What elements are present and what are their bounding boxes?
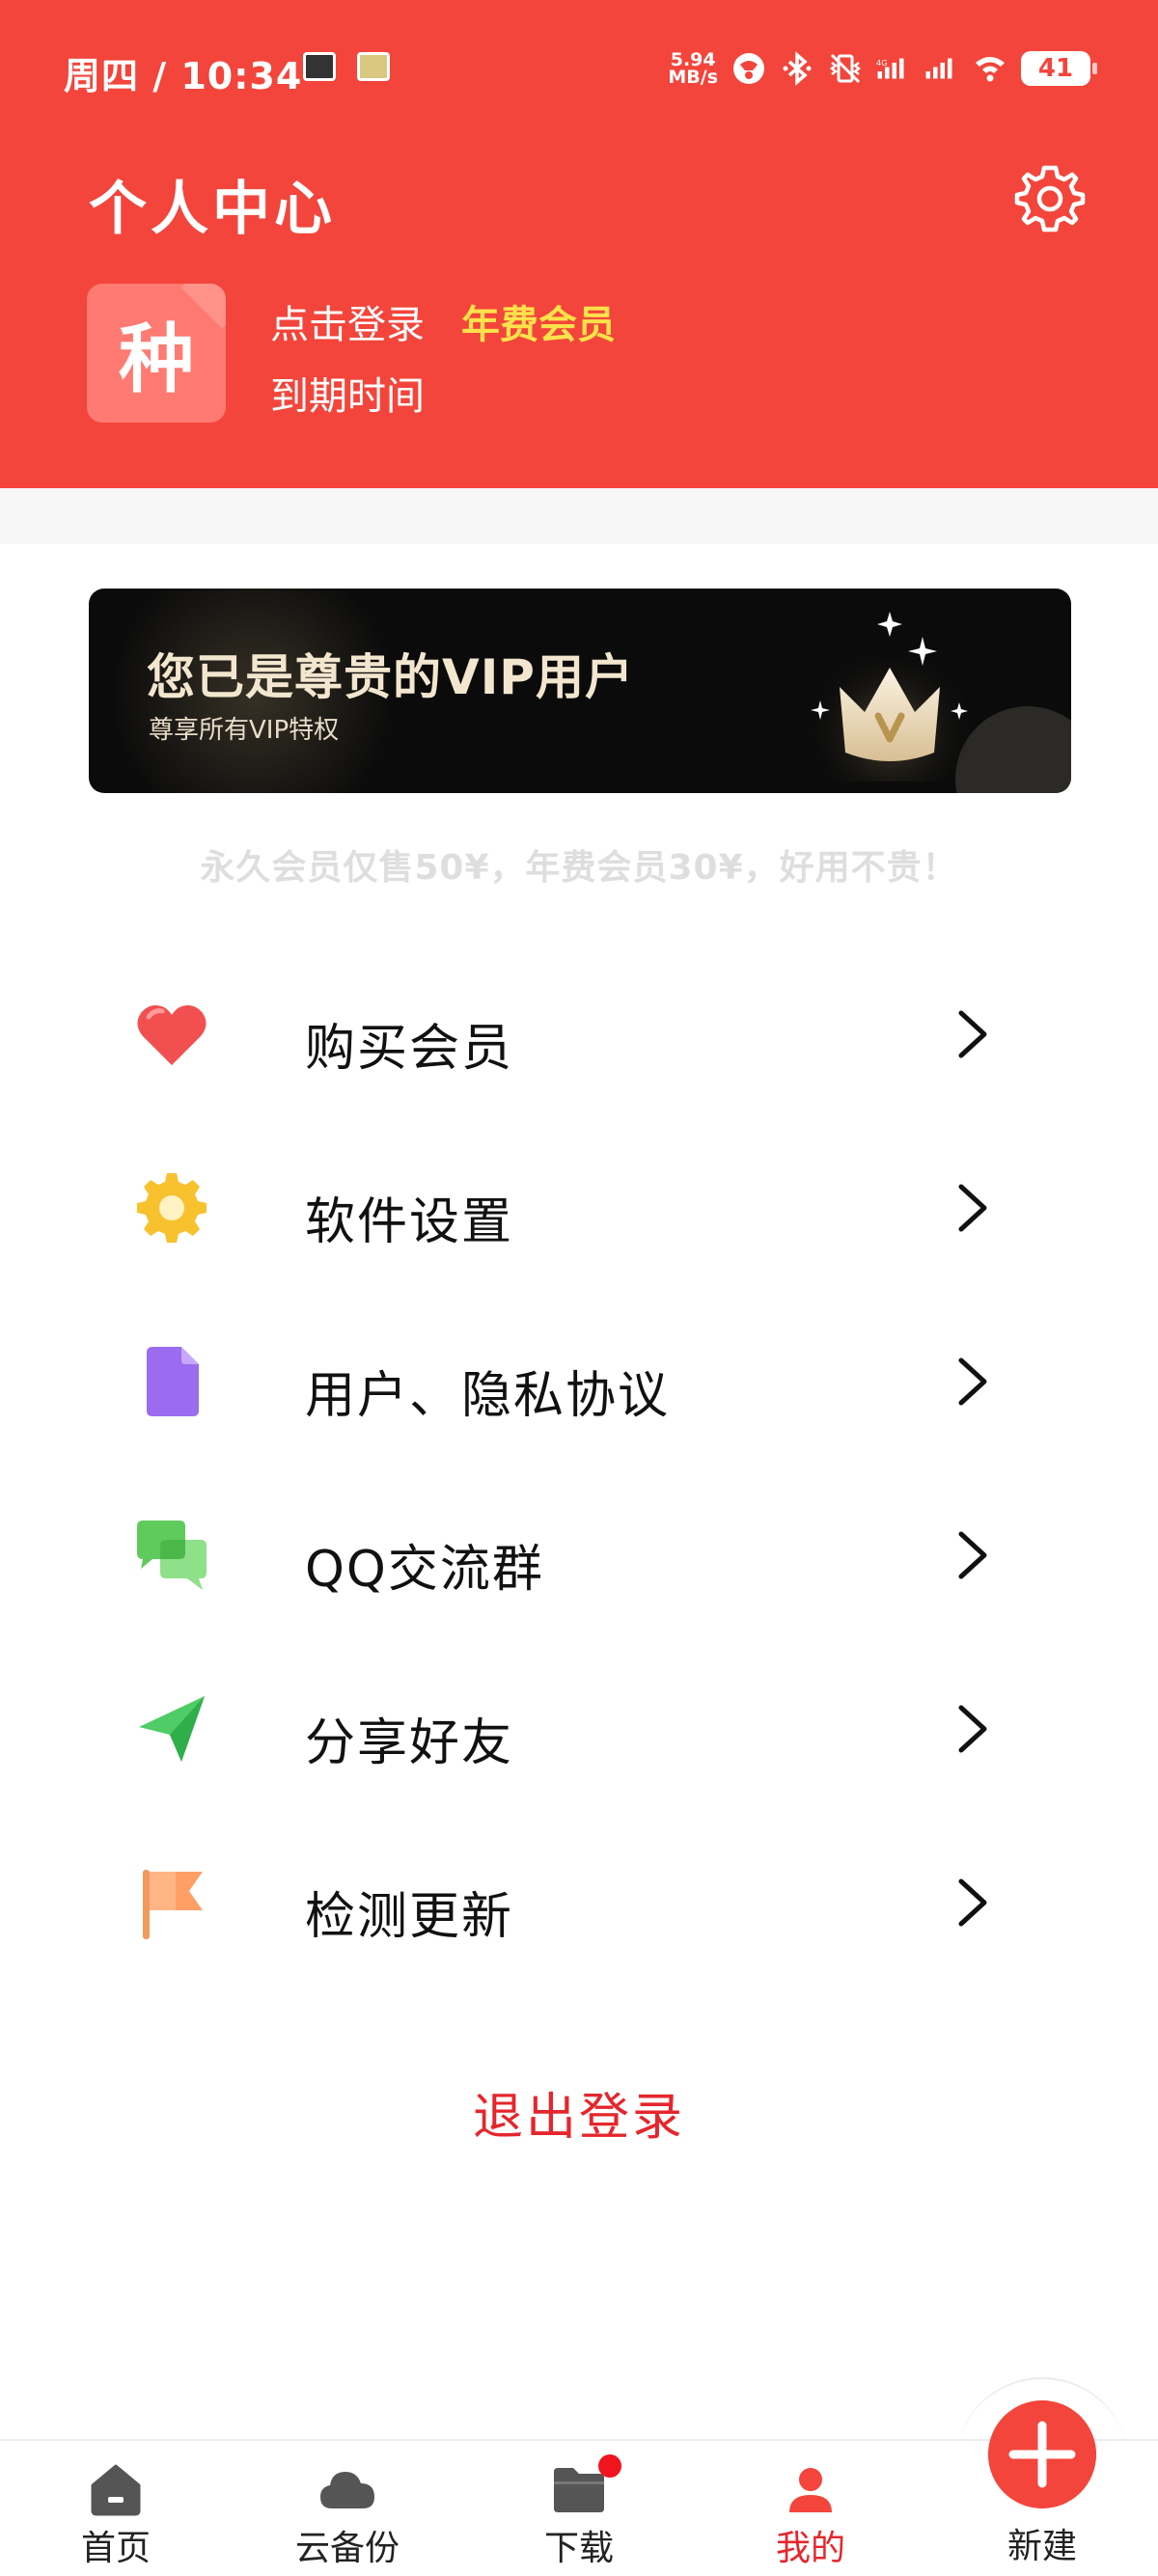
nav-item-mine[interactable]: 我的 bbox=[714, 2441, 907, 2576]
menu-item-privacy-agreement[interactable]: 用户、隐私协议 bbox=[0, 1295, 1158, 1468]
menu-item-software-settings[interactable]: 软件设置 bbox=[0, 1121, 1158, 1295]
chevron-right-icon bbox=[958, 1184, 987, 1232]
cloud-icon bbox=[320, 2472, 374, 2508]
nav-item-cloud-backup[interactable]: 云备份 bbox=[251, 2441, 444, 2576]
chevron-right-icon bbox=[958, 1531, 987, 1579]
chevron-right-icon bbox=[958, 1878, 987, 1927]
signal-icon: 4G bbox=[876, 58, 904, 79]
nav-label: 首页 bbox=[80, 2529, 151, 2568]
document-icon bbox=[147, 1347, 199, 1416]
nav-label: 下载 bbox=[543, 2529, 614, 2568]
menu-item-label: 软件设置 bbox=[305, 1193, 514, 1251]
vip-banner[interactable]: 您已是尊贵的VIP用户 尊享所有VIP特权 bbox=[89, 589, 1071, 793]
settings-gear-icon[interactable] bbox=[1013, 162, 1087, 235]
menu-item-check-update[interactable]: 检测更新 bbox=[0, 1816, 1158, 1989]
notification-icon bbox=[303, 52, 336, 81]
bluetooth-icon bbox=[783, 51, 812, 86]
vibrate-icon bbox=[829, 53, 862, 84]
member-type-badge: 年费会员 bbox=[461, 303, 616, 347]
vip-banner-title: 您已是尊贵的VIP用户 bbox=[147, 649, 634, 705]
chevron-right-icon bbox=[958, 1010, 987, 1058]
send-icon bbox=[139, 1696, 205, 1762]
menu-item-label: 购买会员 bbox=[305, 1020, 514, 1078]
nav-label: 我的 bbox=[775, 2529, 845, 2568]
status-time: 周四 / 10:34 bbox=[64, 55, 303, 97]
chevron-right-icon bbox=[958, 1357, 987, 1406]
menu-item-label: 分享好友 bbox=[305, 1714, 514, 1772]
home-icon bbox=[91, 2464, 141, 2516]
notification-icon bbox=[357, 52, 390, 81]
nav-item-home[interactable]: 首页 bbox=[19, 2441, 212, 2576]
gear-icon bbox=[137, 1173, 207, 1243]
logout-button[interactable]: 退出登录 bbox=[0, 2076, 1158, 2149]
battery-indicator: 41 bbox=[1021, 51, 1097, 86]
crown-icon bbox=[803, 612, 977, 781]
page-title: 个人中心 bbox=[89, 176, 336, 243]
create-fab-button[interactable] bbox=[988, 2400, 1096, 2508]
network-speed: 5.94 MB/s bbox=[668, 49, 718, 88]
avatar[interactable]: 种 bbox=[87, 284, 226, 423]
profile-header: 周四 / 10:34 5.94 MB/s 4G 41 个人中心 种 点击登录 年… bbox=[0, 0, 1158, 488]
notification-dot bbox=[598, 2454, 621, 2478]
nav-label-create[interactable]: 新建 bbox=[946, 2518, 1139, 2568]
svg-text:4G: 4G bbox=[876, 58, 888, 68]
nav-item-download[interactable]: 下载 bbox=[482, 2441, 676, 2576]
section-divider bbox=[0, 488, 1158, 544]
menu-item-label: 检测更新 bbox=[305, 1888, 514, 1946]
wifi-icon bbox=[976, 57, 1005, 82]
nav-label: 云备份 bbox=[294, 2529, 400, 2568]
user-icon bbox=[789, 2468, 832, 2512]
menu-item-label: QQ交流群 bbox=[305, 1541, 544, 1599]
vpn-icon bbox=[733, 53, 764, 84]
vip-banner-subtitle: 尊享所有VIP特权 bbox=[149, 716, 340, 745]
menu-item-qq-group[interactable]: QQ交流群 bbox=[0, 1468, 1158, 1642]
flag-icon bbox=[143, 1870, 203, 1939]
menu-item-label: 用户、隐私协议 bbox=[305, 1367, 671, 1425]
chat-icon bbox=[137, 1521, 207, 1590]
menu-item-share-friends[interactable]: 分享好友 bbox=[0, 1642, 1158, 1816]
expire-time-label: 到期时间 bbox=[270, 374, 425, 419]
login-link[interactable]: 点击登录 bbox=[270, 293, 425, 349]
promo-text: 永久会员仅售50¥，年费会员30¥，好用不贵！ bbox=[200, 848, 958, 888]
signal-icon bbox=[925, 58, 952, 79]
menu-item-buy-membership[interactable]: 购买会员 bbox=[0, 947, 1158, 1121]
status-bar: 周四 / 10:34 5.94 MB/s 4G 41 bbox=[0, 39, 1158, 100]
chevron-right-icon bbox=[958, 1705, 987, 1753]
heart-icon bbox=[137, 1005, 207, 1065]
status-right-group: 5.94 MB/s 4G 41 bbox=[668, 44, 1097, 93]
